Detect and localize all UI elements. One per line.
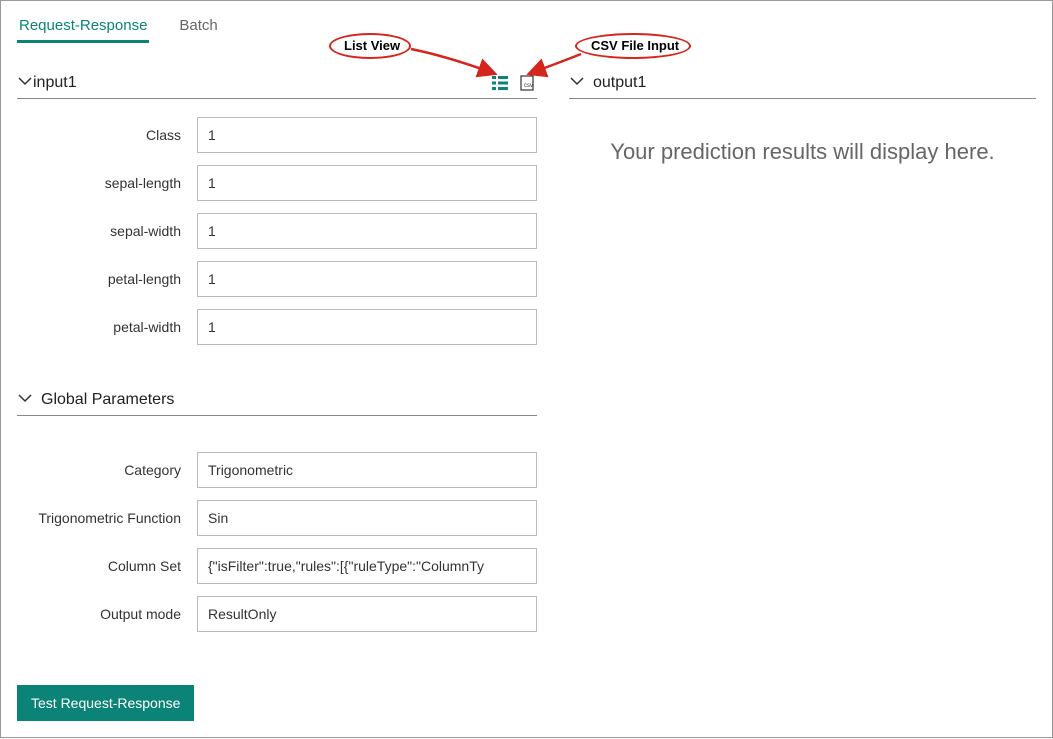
field-label: Output mode bbox=[17, 606, 197, 623]
input-mode-icons: csv bbox=[491, 74, 537, 92]
section-title-output1: output1 bbox=[593, 74, 646, 92]
field-row-petal-length: petal-length bbox=[17, 261, 537, 297]
field-label: petal-width bbox=[17, 319, 197, 336]
field-input-sepal-width[interactable] bbox=[197, 213, 537, 249]
field-input-petal-width[interactable] bbox=[197, 309, 537, 345]
field-label: Trigonometric Function bbox=[17, 510, 197, 527]
test-request-response-button[interactable]: Test Request-Response bbox=[17, 685, 194, 721]
chevron-down-icon bbox=[17, 391, 33, 409]
right-pane: output1 Your prediction results will dis… bbox=[569, 68, 1036, 644]
main-content: input1 csv bbox=[1, 44, 1052, 644]
section-title-global-parameters: Global Parameters bbox=[41, 391, 174, 409]
svg-text:csv: csv bbox=[524, 83, 533, 89]
field-row-output-mode: Output mode bbox=[17, 596, 537, 632]
left-pane: input1 csv bbox=[17, 68, 537, 644]
field-input-class[interactable] bbox=[197, 117, 537, 153]
field-row-sepal-length: sepal-length bbox=[17, 165, 537, 201]
output-placeholder: Your prediction results will display her… bbox=[569, 99, 1036, 165]
field-label: Class bbox=[17, 127, 197, 144]
list-view-icon[interactable] bbox=[491, 74, 509, 92]
csv-file-icon[interactable]: csv bbox=[519, 74, 537, 92]
section-title-input1: input1 bbox=[33, 74, 77, 92]
field-label: sepal-length bbox=[17, 175, 197, 192]
field-label: Category bbox=[17, 462, 197, 479]
field-row-category: Category bbox=[17, 452, 537, 488]
chevron-down-icon bbox=[569, 74, 585, 92]
field-label: sepal-width bbox=[17, 223, 197, 240]
field-input-output-mode[interactable] bbox=[197, 596, 537, 632]
field-input-category[interactable] bbox=[197, 452, 537, 488]
field-row-petal-width: petal-width bbox=[17, 309, 537, 345]
field-label: petal-length bbox=[17, 271, 197, 288]
section-header-global-parameters[interactable]: Global Parameters bbox=[17, 385, 537, 416]
tab-batch[interactable]: Batch bbox=[177, 9, 219, 43]
field-input-column-set[interactable] bbox=[197, 548, 537, 584]
field-input-sepal-length[interactable] bbox=[197, 165, 537, 201]
field-input-trig-function[interactable] bbox=[197, 500, 537, 536]
section-header-input1[interactable]: input1 csv bbox=[17, 68, 537, 99]
field-row-class: Class bbox=[17, 117, 537, 153]
tabs-bar: Request-Response Batch bbox=[1, 1, 1052, 44]
field-label: Column Set bbox=[17, 558, 197, 575]
section-header-output1[interactable]: output1 bbox=[569, 68, 1036, 99]
chevron-down-icon bbox=[17, 74, 33, 92]
field-input-petal-length[interactable] bbox=[197, 261, 537, 297]
field-row-column-set: Column Set bbox=[17, 548, 537, 584]
field-row-trig-function: Trigonometric Function bbox=[17, 500, 537, 536]
tab-request-response[interactable]: Request-Response bbox=[17, 9, 149, 43]
field-row-sepal-width: sepal-width bbox=[17, 213, 537, 249]
